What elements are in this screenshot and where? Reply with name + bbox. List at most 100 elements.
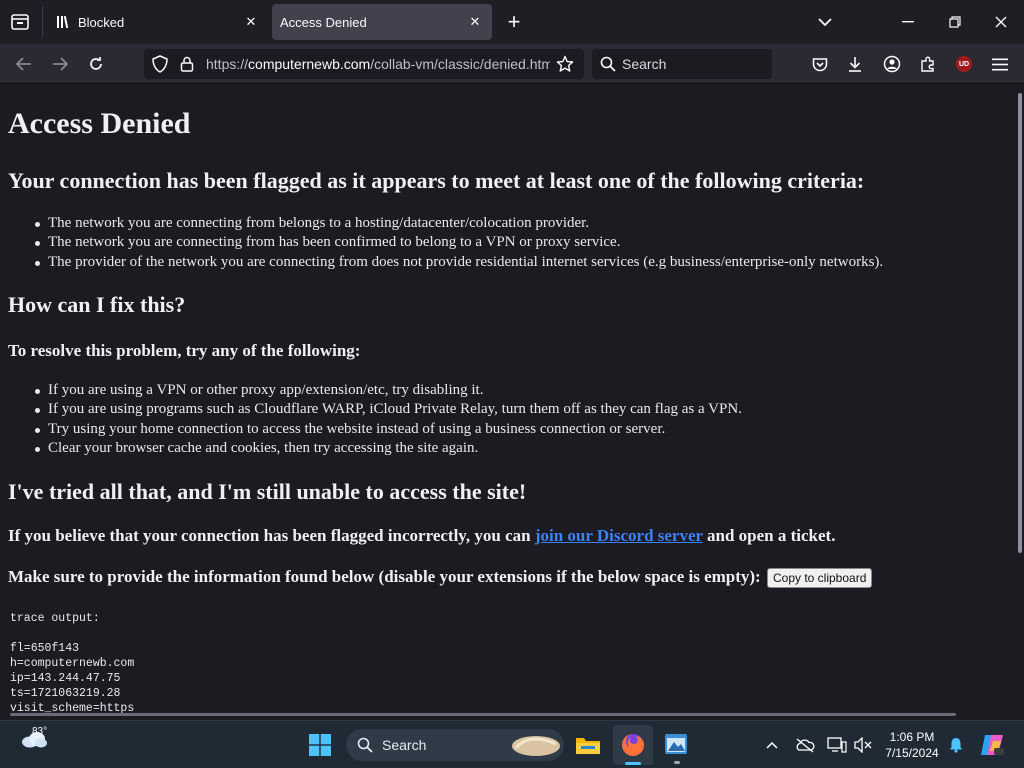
navigation-toolbar: https://computernewb.com/collab-vm/class… — [0, 44, 1024, 84]
chevron-down-icon — [818, 17, 832, 26]
tab-separator — [42, 6, 43, 38]
url-path: /collab-vm/classic/denied.html — [370, 56, 550, 72]
taskbar-search[interactable]: Search — [346, 729, 564, 761]
criteria-list: The network you are connecting from belo… — [34, 214, 883, 272]
pocket-button[interactable] — [806, 50, 834, 78]
back-button[interactable] — [10, 50, 38, 78]
discord-link[interactable]: join our Discord server — [535, 526, 703, 545]
list-all-tabs-button[interactable] — [815, 12, 835, 32]
start-button[interactable] — [308, 733, 332, 757]
criteria-heading: Your connection has been flagged as it a… — [8, 168, 865, 193]
list-item: The network you are connecting from belo… — [34, 214, 883, 233]
ublock-extension-button[interactable]: UD — [950, 50, 978, 78]
close-tab-icon[interactable]: ✕ — [242, 13, 260, 31]
list-item: The network you are connecting from has … — [34, 233, 883, 252]
trace-horizontal-scrollbar[interactable] — [10, 713, 956, 716]
copilot-button[interactable] — [978, 731, 1006, 759]
download-icon — [849, 57, 861, 72]
trace-label: trace output: — [10, 612, 100, 625]
search-icon — [600, 56, 616, 72]
provide-info-paragraph: Make sure to provide the information fou… — [8, 567, 873, 589]
hamburger-menu-icon — [992, 58, 1008, 70]
url-prefix: https:// — [206, 56, 249, 72]
forward-button[interactable] — [46, 50, 74, 78]
onedrive-tray-icon[interactable] — [794, 735, 816, 755]
taskbar-search-label: Search — [382, 737, 427, 753]
firefox-icon — [622, 734, 644, 756]
show-hidden-icons-button[interactable] — [762, 735, 782, 755]
tab-blocked[interactable]: Blocked ✕ — [48, 4, 268, 40]
star-icon[interactable] — [556, 55, 574, 73]
search-placeholder: Search — [622, 56, 667, 72]
restore-button[interactable] — [943, 11, 967, 33]
lock-icon[interactable] — [180, 56, 194, 72]
close-window-button[interactable] — [989, 11, 1013, 33]
list-item: Clear your browser cache and cookies, th… — [35, 439, 742, 458]
account-icon — [883, 55, 901, 73]
close-tab-icon[interactable]: ✕ — [466, 13, 484, 31]
shield-icon[interactable] — [152, 55, 168, 73]
library-icon — [57, 15, 69, 29]
discord-paragraph: If you believe that your connection has … — [8, 526, 835, 546]
bell-icon — [950, 738, 962, 753]
copy-to-clipboard-button[interactable]: Copy to clipboard — [766, 568, 873, 589]
weather-widget[interactable]: 83° — [20, 726, 48, 754]
scrollbar-thumb[interactable] — [1018, 93, 1022, 553]
windows-logo-icon — [309, 734, 331, 756]
search-bar[interactable]: Search — [592, 49, 772, 79]
trace-line: h=computernewb.com — [10, 657, 135, 670]
discord-text-before: If you believe that your connection has … — [8, 526, 535, 545]
url-text: https://computernewb.com/collab-vm/class… — [206, 56, 550, 72]
weather-temperature: 83° — [32, 726, 48, 737]
arrow-right-icon — [53, 57, 68, 71]
list-item: Try using your home connection to access… — [35, 420, 742, 439]
copilot-icon — [981, 735, 1004, 755]
firefox-view-button[interactable] — [8, 11, 32, 33]
page-vertical-scrollbar[interactable] — [1016, 85, 1024, 716]
arrow-left-icon — [16, 57, 31, 71]
trace-line: ts=1721063219.28 — [10, 687, 121, 700]
ublock-icon: UD — [956, 56, 972, 72]
url-host: computernewb.com — [248, 56, 371, 72]
list-item: If you are using a VPN or other proxy ap… — [35, 381, 742, 400]
clock-time: 1:06 PM — [889, 730, 935, 744]
clock-date: 7/15/2024 — [885, 746, 939, 760]
firefox-view-icon — [11, 14, 29, 30]
trace-output: trace output:​fl=650f143h=computernewb.c… — [10, 611, 134, 716]
restore-icon — [949, 16, 961, 28]
puzzle-icon — [921, 56, 934, 72]
notifications-button[interactable] — [946, 735, 966, 755]
windows-taskbar: 83° Search 1:06 PM 7/15/2024 — [0, 720, 1024, 768]
tab-strip: Blocked ✕ Access Denied ✕ + — [0, 0, 1024, 44]
account-button[interactable] — [878, 50, 906, 78]
file-explorer-taskbar-button[interactable] — [574, 731, 602, 759]
reload-button[interactable] — [82, 50, 110, 78]
address-bar[interactable]: https://computernewb.com/collab-vm/class… — [144, 49, 584, 79]
pocket-icon — [812, 57, 828, 71]
fix-heading: How can I fix this? — [8, 292, 186, 317]
network-tray-icon[interactable] — [826, 735, 848, 755]
provide-info-text: Make sure to provide the information fou… — [8, 567, 761, 586]
running-app-indicator — [674, 761, 680, 764]
system-clock[interactable]: 1:06 PM 7/15/2024 — [876, 729, 948, 761]
chevron-up-icon — [766, 741, 778, 749]
minimize-button[interactable] — [896, 11, 920, 33]
tab-title: Blocked — [78, 14, 125, 30]
resolve-heading: To resolve this problem, try any of the … — [8, 341, 361, 360]
app-taskbar-button[interactable] — [662, 731, 692, 764]
speaker-muted-icon — [854, 737, 872, 753]
trace-line: fl=650f143 — [10, 642, 80, 655]
minimize-icon — [902, 21, 914, 23]
page-content: Access Denied Your connection has been f… — [0, 85, 1016, 716]
fixes-list: If you are using a VPN or other proxy ap… — [35, 381, 742, 458]
app-window-icon — [665, 734, 687, 754]
search-icon — [357, 737, 373, 753]
extensions-button[interactable] — [914, 50, 942, 78]
app-menu-button[interactable] — [986, 50, 1014, 78]
volume-tray-icon[interactable] — [852, 735, 874, 755]
downloads-button[interactable] — [841, 50, 869, 78]
new-tab-button[interactable]: + — [503, 9, 525, 34]
tab-access-denied[interactable]: Access Denied ✕ — [272, 4, 492, 40]
firefox-taskbar-button[interactable] — [613, 725, 653, 765]
active-app-indicator — [625, 762, 641, 765]
